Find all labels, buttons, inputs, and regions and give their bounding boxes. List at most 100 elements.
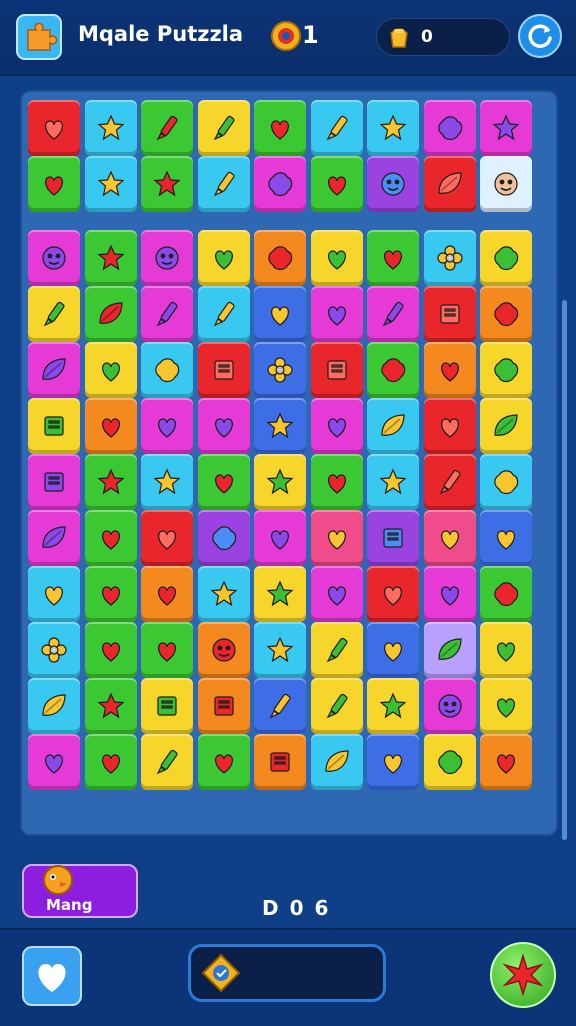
- board-tile[interactable]: [254, 342, 306, 398]
- board-tile[interactable]: [197, 156, 250, 212]
- board-tile[interactable]: [367, 566, 419, 622]
- board-tile[interactable]: [423, 510, 476, 566]
- board-tile[interactable]: [367, 454, 419, 510]
- board-tile[interactable]: [423, 566, 476, 622]
- board-tile[interactable]: [423, 454, 476, 510]
- board-tile[interactable]: [28, 510, 80, 566]
- board-tile[interactable]: [197, 342, 250, 398]
- board-tile[interactable]: [84, 566, 137, 622]
- board-tile[interactable]: [480, 566, 532, 622]
- board-tile[interactable]: [141, 342, 193, 398]
- board-tile[interactable]: [367, 230, 419, 286]
- board-tile[interactable]: [367, 342, 419, 398]
- board-tile[interactable]: [254, 286, 306, 342]
- board-tile[interactable]: [310, 510, 363, 566]
- board-tile[interactable]: [480, 454, 532, 510]
- board-tile[interactable]: [28, 230, 80, 286]
- board-tile[interactable]: [141, 510, 193, 566]
- board-tile[interactable]: [480, 286, 532, 342]
- board-tile[interactable]: [84, 678, 137, 734]
- board-tile[interactable]: [84, 398, 137, 454]
- board-tile[interactable]: [141, 398, 193, 454]
- refresh-button[interactable]: [518, 14, 562, 58]
- board-tile[interactable]: [310, 100, 363, 156]
- board-tile[interactable]: [367, 678, 419, 734]
- board-tile[interactable]: [480, 100, 532, 156]
- board-tile[interactable]: [310, 156, 363, 212]
- board-tile[interactable]: [84, 156, 137, 212]
- board-tile[interactable]: [28, 734, 80, 790]
- board-tile[interactable]: [480, 622, 532, 678]
- board-tile[interactable]: [141, 156, 193, 212]
- board-tile[interactable]: [28, 454, 80, 510]
- board-tile[interactable]: [28, 678, 80, 734]
- board-tile[interactable]: [197, 454, 250, 510]
- board-tile[interactable]: [480, 510, 532, 566]
- board-tile[interactable]: [197, 678, 250, 734]
- board-tile[interactable]: [367, 622, 419, 678]
- board-tile[interactable]: [310, 734, 363, 790]
- board-tile[interactable]: [367, 510, 419, 566]
- board-tile[interactable]: [28, 156, 80, 212]
- board-tile[interactable]: [423, 230, 476, 286]
- board-tile[interactable]: [480, 678, 532, 734]
- board-tile[interactable]: [141, 286, 193, 342]
- board-tile[interactable]: [197, 230, 250, 286]
- board-tile[interactable]: [310, 454, 363, 510]
- board-tile[interactable]: [254, 398, 306, 454]
- board-tile[interactable]: [254, 230, 306, 286]
- board-tile[interactable]: [28, 622, 80, 678]
- board-tile[interactable]: [367, 734, 419, 790]
- board-tile[interactable]: [310, 230, 363, 286]
- board-tile[interactable]: [141, 566, 193, 622]
- board-tile[interactable]: [197, 510, 250, 566]
- board-tile[interactable]: [480, 342, 532, 398]
- board-tile[interactable]: [367, 286, 419, 342]
- board-tile[interactable]: [480, 156, 532, 212]
- board-tile[interactable]: [197, 398, 250, 454]
- board-tile[interactable]: [197, 734, 250, 790]
- board-tile[interactable]: [84, 454, 137, 510]
- board-tile[interactable]: [310, 678, 363, 734]
- board-tile[interactable]: [254, 100, 306, 156]
- board-tile[interactable]: [254, 622, 306, 678]
- board-tile[interactable]: [28, 286, 80, 342]
- board-tile[interactable]: [480, 230, 532, 286]
- board-tile[interactable]: [254, 510, 306, 566]
- board-tile[interactable]: [197, 622, 250, 678]
- board-tile[interactable]: [254, 566, 306, 622]
- heart-button[interactable]: [22, 946, 82, 1006]
- board-tile[interactable]: [423, 342, 476, 398]
- star-button[interactable]: [490, 942, 556, 1008]
- board-tile[interactable]: [197, 566, 250, 622]
- booster-bar[interactable]: [188, 944, 386, 1002]
- board-tile[interactable]: [423, 398, 476, 454]
- board-tile[interactable]: [84, 622, 137, 678]
- board-tile[interactable]: [28, 342, 80, 398]
- board-tile[interactable]: [28, 398, 80, 454]
- board-tile[interactable]: [310, 398, 363, 454]
- board-scrollbar[interactable]: [562, 300, 567, 840]
- board-tile[interactable]: [141, 100, 193, 156]
- board-tile[interactable]: [197, 100, 250, 156]
- board-tile[interactable]: [28, 566, 80, 622]
- board-tile[interactable]: [367, 100, 419, 156]
- board-tile[interactable]: [84, 230, 137, 286]
- board-tile[interactable]: [84, 100, 137, 156]
- board-tile[interactable]: [141, 454, 193, 510]
- board-tile[interactable]: [423, 622, 476, 678]
- board-tile[interactable]: [141, 734, 193, 790]
- board-tile[interactable]: [84, 734, 137, 790]
- board-tile[interactable]: [254, 156, 306, 212]
- board-tile[interactable]: [84, 342, 137, 398]
- board-tile[interactable]: [141, 622, 193, 678]
- board-tile[interactable]: [423, 100, 476, 156]
- board-tile[interactable]: [480, 398, 532, 454]
- board-tile[interactable]: [310, 286, 363, 342]
- board-tile[interactable]: [84, 286, 137, 342]
- logo-button[interactable]: [16, 14, 62, 60]
- board-tile[interactable]: [84, 510, 137, 566]
- board-tile[interactable]: [254, 678, 306, 734]
- board-tile[interactable]: [423, 156, 476, 212]
- board-tile[interactable]: [254, 734, 306, 790]
